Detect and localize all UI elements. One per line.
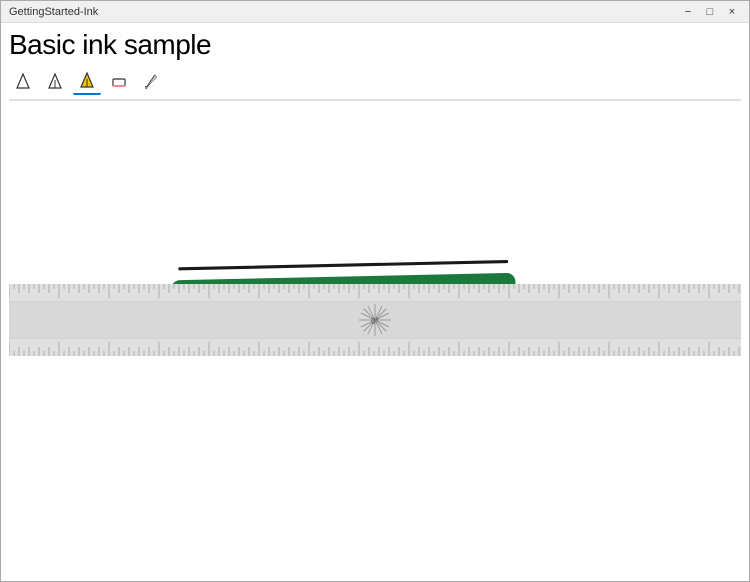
pen-2-icon	[46, 72, 64, 90]
pen-tool-2-button[interactable]	[41, 67, 69, 95]
angle-dial-icon: 0°	[355, 300, 395, 340]
pen-3-icon	[78, 71, 96, 89]
maximize-button[interactable]: □	[701, 4, 719, 20]
ruler-center: 0°	[9, 302, 741, 338]
pencil-tool-button[interactable]	[137, 67, 165, 95]
window-title: GettingStarted-Ink	[9, 6, 98, 18]
pen-tool-3-button[interactable]	[73, 67, 101, 95]
window-controls: − □ ×	[679, 4, 741, 20]
svg-text:0°: 0°	[371, 317, 379, 326]
ruler-body: // Ticks drawn below via JS	[9, 284, 741, 356]
pen-tool-1-button[interactable]	[9, 67, 37, 95]
pen-1-icon	[14, 72, 32, 90]
eraser-tool-button[interactable]	[105, 67, 133, 95]
close-button[interactable]: ×	[723, 4, 741, 20]
angle-indicator: 0°	[355, 300, 395, 340]
ruler[interactable]: // Ticks drawn below via JS	[9, 284, 741, 356]
pencil-icon	[142, 72, 160, 90]
canvas-area[interactable]: // Ticks drawn below via JS	[9, 109, 741, 573]
toolbar	[9, 67, 741, 101]
page-title: Basic ink sample	[9, 29, 741, 61]
content-area: Basic ink sample	[1, 23, 749, 581]
main-window: GettingStarted-Ink − □ × Basic ink sampl…	[0, 0, 750, 582]
title-bar: GettingStarted-Ink − □ ×	[1, 1, 749, 23]
ruler-bottom-ticks	[9, 338, 741, 356]
eraser-icon	[110, 72, 128, 90]
minimize-button[interactable]: −	[679, 4, 697, 20]
